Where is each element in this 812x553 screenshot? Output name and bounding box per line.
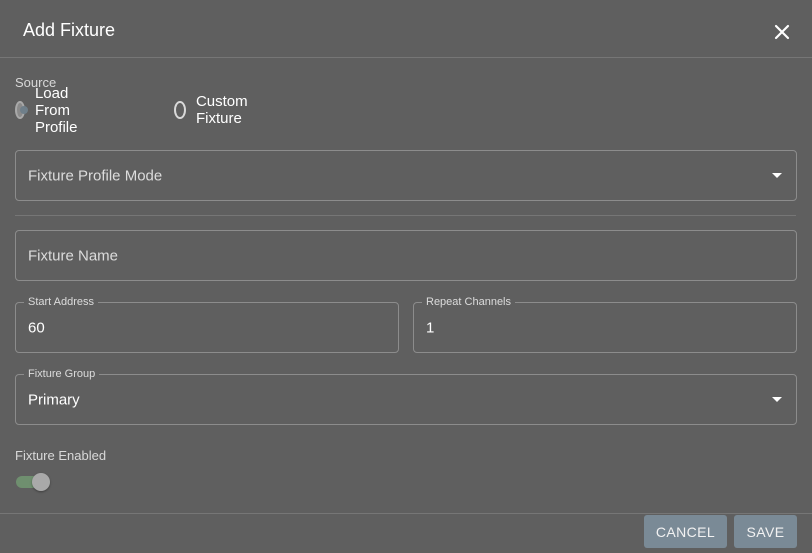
select-placeholder: Fixture Profile Mode: [28, 167, 163, 184]
fixture-group-select[interactable]: Fixture Group Primary: [15, 368, 797, 425]
save-button[interactable]: SAVE: [734, 515, 797, 548]
select-value: Primary: [28, 391, 80, 408]
input-placeholder: Fixture Name: [28, 247, 119, 264]
field-label: Start Address: [24, 296, 99, 309]
close-icon: [774, 24, 790, 40]
radio-load-from-profile[interactable]: Load From Profile: [15, 85, 86, 136]
caret-down-icon: [772, 172, 782, 178]
fixture-enabled-label: Fixture Enabled: [15, 448, 107, 463]
cancel-button[interactable]: CANCEL: [644, 515, 727, 548]
fixture-name-input[interactable]: Fixture Name: [15, 230, 797, 281]
dialog-title: Add Fixture: [23, 20, 116, 40]
fixture-enabled-toggle[interactable]: [16, 473, 52, 491]
dialog-header: Add Fixture: [0, 0, 812, 58]
caret-down-icon: [772, 396, 782, 402]
radio-label: Load From Profile: [34, 84, 78, 136]
toggle-thumb: [32, 473, 50, 491]
field-label: Repeat Channels: [422, 296, 516, 309]
add-fixture-dialog: Add Fixture Source Load From Profile Cus…: [0, 0, 812, 552]
field-value: 1: [426, 319, 435, 336]
field-value: 60: [28, 319, 45, 336]
repeat-channels-input[interactable]: Repeat Channels 1: [413, 296, 797, 353]
dialog-footer: CANCEL SAVE: [0, 513, 812, 553]
divider: [15, 215, 796, 216]
radio-custom-fixture[interactable]: Custom Fixture: [174, 93, 254, 127]
field-label: Fixture Group: [24, 368, 100, 381]
start-address-input[interactable]: Start Address 60: [15, 296, 399, 353]
radio-checked-icon: [15, 101, 28, 119]
fixture-profile-mode-select[interactable]: Fixture Profile Mode: [15, 150, 797, 201]
close-button[interactable]: [770, 20, 794, 44]
radio-label: Custom Fixture: [195, 93, 248, 127]
radio-unchecked-icon: [174, 101, 186, 119]
